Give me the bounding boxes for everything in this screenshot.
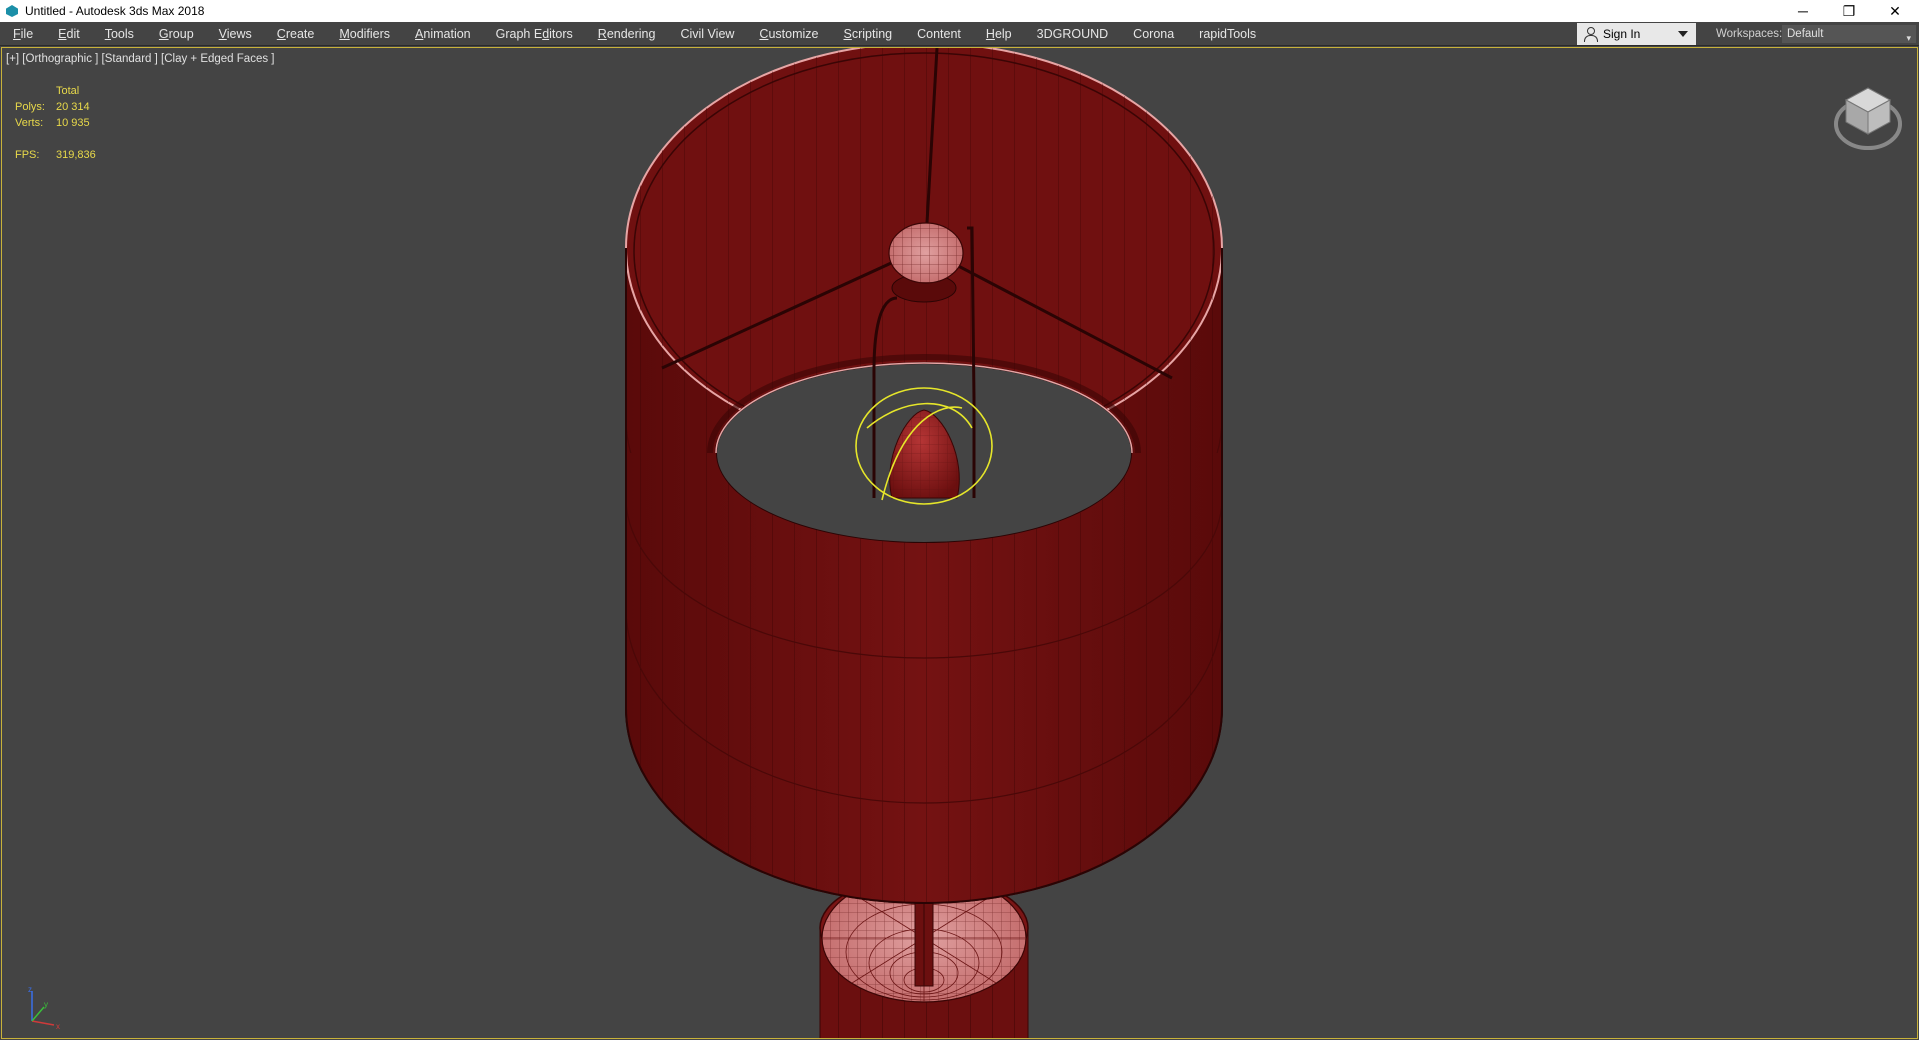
restore-button[interactable]: ❐ (1826, 0, 1872, 22)
stats-fps-value: 319,836 (56, 149, 96, 161)
menu-file[interactable]: File (0, 22, 45, 46)
stats-polys-label: Polys: (15, 101, 45, 113)
chevron-down-icon[interactable] (1678, 31, 1688, 37)
menu-animation[interactable]: Animation (402, 22, 483, 46)
table-lamp-model (625, 48, 1223, 1038)
stats-verts-label: Verts: (15, 117, 44, 129)
viewport-label-menu[interactable]: [+] [Orthographic ] [Standard ] [Clay + … (6, 53, 274, 65)
sign-in-label: Sign In (1603, 27, 1641, 41)
perspective-viewport[interactable]: [+] [Orthographic ] [Standard ] [Clay + … (1, 47, 1918, 1039)
menu-rendering[interactable]: Rendering (585, 22, 668, 46)
workspaces-value: Default (1787, 28, 1824, 40)
close-button[interactable]: ✕ (1872, 0, 1918, 22)
menu-customize[interactable]: Customize (746, 22, 830, 46)
axis-y-label: y (44, 1000, 48, 1009)
user-icon (1583, 27, 1598, 42)
menu-civil-view[interactable]: Civil View (667, 22, 746, 46)
viewcube-icon[interactable] (1828, 78, 1908, 158)
workspaces-dropdown[interactable]: Default ▾ (1782, 25, 1916, 43)
menu-content[interactable]: Content (904, 22, 973, 46)
menu-scripting[interactable]: Scripting (830, 22, 904, 46)
menu-views[interactable]: Views (206, 22, 264, 46)
minimize-button[interactable]: ─ (1780, 0, 1826, 22)
menu-create[interactable]: Create (264, 22, 327, 46)
menu-corona[interactable]: Corona (1120, 22, 1186, 46)
axis-x-label: x (56, 1022, 60, 1031)
sign-in-button[interactable]: Sign In (1577, 23, 1696, 45)
menu-help[interactable]: Help (973, 22, 1024, 46)
stats-polys-value: 20 314 (56, 101, 90, 113)
axis-z-label: z (28, 985, 32, 994)
chevron-down-icon: ▾ (1906, 33, 1911, 43)
menu-modifiers[interactable]: Modifiers (326, 22, 402, 46)
menu-3dground[interactable]: 3DGROUND (1024, 22, 1121, 46)
3dsmax-logo-icon (5, 4, 19, 18)
axis-tripod-icon: z x y (28, 985, 60, 1031)
menu-tools[interactable]: Tools (92, 22, 146, 46)
stats-fps-label: FPS: (15, 149, 40, 161)
menu-graph-editors[interactable]: Graph Editors (483, 22, 585, 46)
workspaces-label: Workspaces: (1716, 28, 1783, 40)
scene-render[interactable] (2, 48, 1918, 1039)
menu-edit[interactable]: Edit (45, 22, 92, 46)
menu-rapidtools[interactable]: rapidTools (1186, 22, 1268, 46)
menu-group[interactable]: Group (146, 22, 206, 46)
stats-verts-value: 10 935 (56, 117, 90, 129)
title-bar: Untitled - Autodesk 3ds Max 2018 ─ ❐ ✕ (0, 0, 1919, 22)
stats-header: Total (56, 85, 80, 97)
window-title: Untitled - Autodesk 3ds Max 2018 (25, 4, 205, 18)
